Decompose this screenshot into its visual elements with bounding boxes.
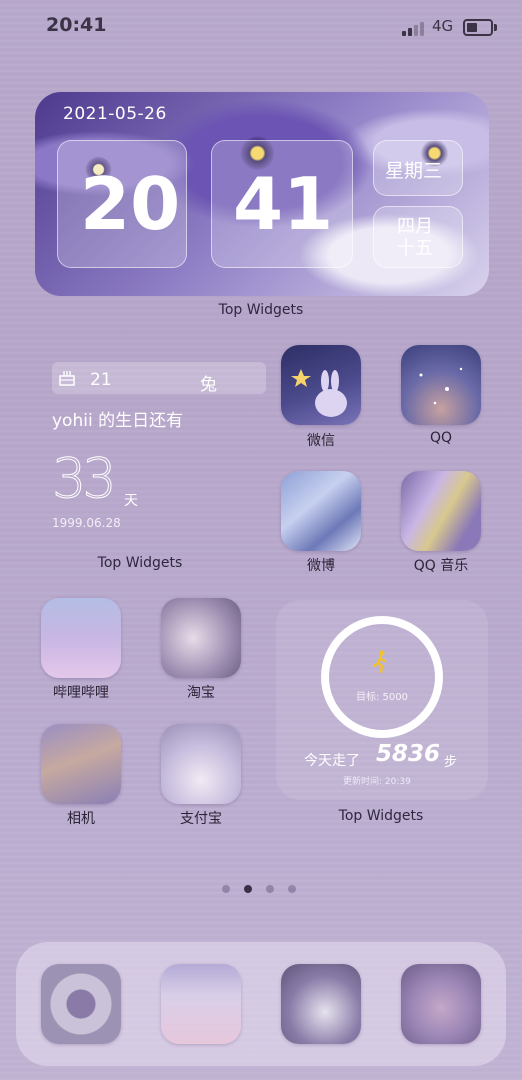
steps-unit: 步 <box>444 755 458 770</box>
app-label-wechat: 微信 <box>307 433 335 449</box>
app-icon-qq[interactable] <box>401 345 481 425</box>
dock-app-2[interactable] <box>161 964 241 1044</box>
page-dot-2[interactable] <box>244 885 252 893</box>
app-icon-wechat[interactable] <box>281 345 361 425</box>
status-bar: 20:41 4G <box>0 14 522 42</box>
star-bunny-icon <box>291 369 347 417</box>
dock-app-3[interactable] <box>281 964 361 1044</box>
network-type: 4G <box>432 17 454 35</box>
status-time: 20:41 <box>46 14 107 36</box>
steps-goal: 目标: 5000 <box>356 692 408 703</box>
birthday-days-unit: 天 <box>124 493 138 509</box>
steps-prefix: 今天走了 <box>304 753 360 769</box>
lunar-day: 十五 <box>397 238 433 259</box>
cellular-signal-icon <box>402 20 426 36</box>
app-icon-qq-music[interactable] <box>401 471 481 551</box>
birthday-text: yohii 的生日还有 <box>52 411 184 431</box>
birthday-days-remaining: 33 <box>52 447 118 510</box>
birthday-header-bar <box>52 362 266 394</box>
app-label-bilibili: 哔哩哔哩 <box>53 685 109 701</box>
page-dot-1[interactable] <box>222 885 230 893</box>
steps-progress-ring <box>321 616 443 738</box>
clock-minute: 41 <box>233 162 334 246</box>
birthday-count: 21 <box>90 370 112 390</box>
clock-widget-label: Top Widgets <box>218 302 304 318</box>
birthday-widget-label: Top Widgets <box>97 555 183 571</box>
app-icon-camera[interactable] <box>41 724 121 804</box>
cake-icon <box>59 371 75 386</box>
steps-updated-time: 更新时间: 20:39 <box>343 777 411 787</box>
clock-lunar-date: 四月 十五 <box>397 216 433 260</box>
app-label-camera: 相机 <box>67 811 95 827</box>
app-icon-taobao[interactable] <box>161 598 241 678</box>
page-dot-4[interactable] <box>288 885 296 893</box>
birthday-date: 1999.06.28 <box>52 516 121 530</box>
app-label-alipay: 支付宝 <box>180 811 222 827</box>
dock-app-4[interactable] <box>401 964 481 1044</box>
clock-hour: 20 <box>80 162 181 246</box>
sparkle-icon <box>419 367 463 405</box>
steps-count: 5836 <box>376 741 441 767</box>
clock-widget[interactable]: 2021-05-26 20 41 星期三 四月 十五 <box>35 92 489 296</box>
dock-app-1[interactable] <box>41 964 121 1044</box>
lunar-month: 四月 <box>397 216 433 237</box>
app-label-qq: QQ <box>429 430 453 446</box>
clock-weekday: 星期三 <box>385 160 443 182</box>
page-dot-3[interactable] <box>266 885 274 893</box>
app-icon-weibo[interactable] <box>281 471 361 551</box>
app-label-qq-music: QQ 音乐 <box>413 558 469 574</box>
steps-widget-label: Top Widgets <box>338 808 424 824</box>
app-label-weibo: 微博 <box>307 558 335 574</box>
runner-icon <box>372 650 387 674</box>
app-icon-bilibili[interactable] <box>41 598 121 678</box>
birthday-zodiac: 兔 <box>200 375 217 395</box>
app-icon-alipay[interactable] <box>161 724 241 804</box>
battery-icon <box>463 19 497 36</box>
clock-date: 2021-05-26 <box>63 104 167 124</box>
app-label-taobao: 淘宝 <box>187 685 215 701</box>
